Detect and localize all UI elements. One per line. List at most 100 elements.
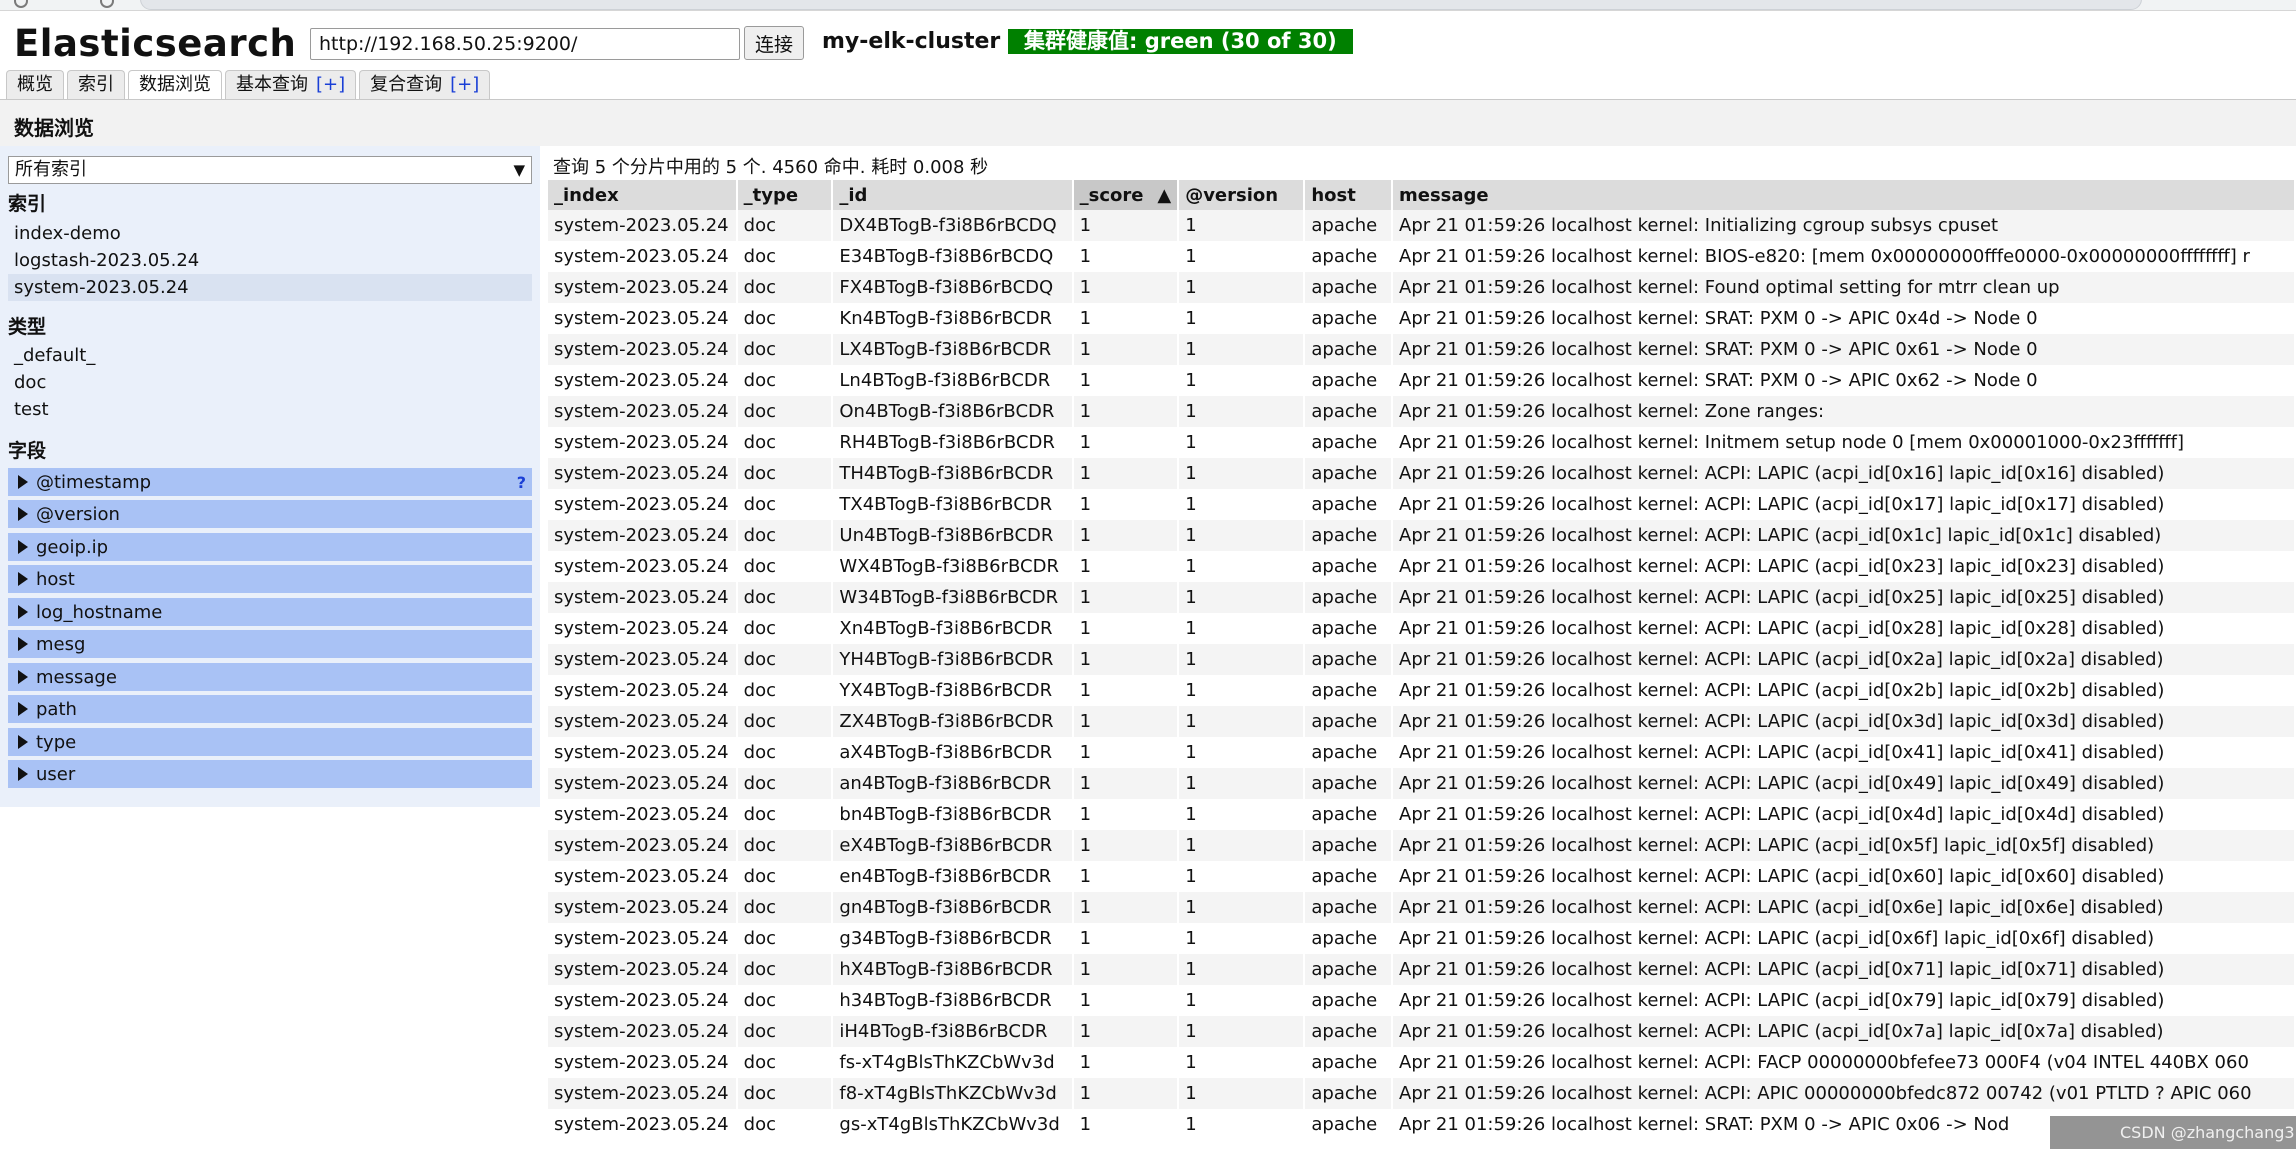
cell-id: FX4BTogB-f3i8B6rBCDQ <box>833 272 1074 303</box>
expand-triangle-icon <box>18 637 28 651</box>
field-item[interactable]: user <box>8 760 532 790</box>
cell-score: 1 <box>1073 644 1180 675</box>
sidebar-index-item-selected[interactable]: system-2023.05.24 <box>8 274 532 301</box>
column-header-score[interactable]: _score ▲ <box>1073 180 1180 210</box>
field-item[interactable]: path <box>8 695 532 725</box>
cell-host: apache <box>1305 923 1393 954</box>
index-select[interactable]: 所有索引 ▼ <box>8 156 532 184</box>
cell-type: doc <box>737 1047 834 1078</box>
table-row[interactable]: system-2023.05.24 doc FX4BTogB-f3i8B6rBCDQ… <box>548 272 2296 303</box>
expand-triangle-icon <box>18 572 28 586</box>
cell-id: hX4BTogB-f3i8B6rBCDR <box>833 954 1074 985</box>
cell-host: apache <box>1305 1109 1393 1140</box>
table-row[interactable]: system-2023.05.24 doc TH4BTogB-f3i8B6rBCDR… <box>548 458 2296 489</box>
field-item[interactable]: geoip.ip <box>8 533 532 563</box>
table-row[interactable]: system-2023.05.24 doc Ln4BTogB-f3i8B6rBCDR… <box>548 365 2296 396</box>
cell-message: Apr 21 01:59:26 localhost kernel: ACPI: … <box>1393 1047 2296 1078</box>
back-icon[interactable] <box>14 0 28 8</box>
sort-ascending-icon: ▲ <box>1157 184 1172 206</box>
address-bar[interactable] <box>140 0 2142 10</box>
table-row[interactable]: system-2023.05.24 doc en4BTogB-f3i8B6rBCDR… <box>548 861 2296 892</box>
table-row[interactable]: system-2023.05.24 doc an4BTogB-f3i8B6rBCDR… <box>548 768 2296 799</box>
cluster-url-input[interactable] <box>310 28 740 60</box>
table-row[interactable]: system-2023.05.24 doc E34BTogB-f3i8B6rBCDQ… <box>548 241 2296 272</box>
table-row[interactable]: system-2023.05.24 doc h34BTogB-f3i8B6rBCDR… <box>548 985 2296 1016</box>
cluster-name: my-elk-cluster <box>822 29 1001 54</box>
cell-index: system-2023.05.24 <box>548 334 738 365</box>
cell-score: 1 <box>1073 582 1180 613</box>
expand-triangle-icon <box>18 670 28 684</box>
tab-browser[interactable]: 数据浏览 <box>128 70 222 100</box>
indices-heading: 索引 <box>8 193 47 215</box>
table-row[interactable]: system-2023.05.24 doc Kn4BTogB-f3i8B6rBCDR… <box>548 303 2296 334</box>
field-item[interactable]: message <box>8 663 532 693</box>
cell-version: 1 <box>1179 1047 1306 1078</box>
cell-score: 1 <box>1073 1109 1180 1140</box>
table-row[interactable]: system-2023.05.24 doc fs-xT4gBlsThKZCbWv3d… <box>548 1047 2296 1078</box>
table-row[interactable]: system-2023.05.24 doc g34BTogB-f3i8B6rBCDR… <box>548 923 2296 954</box>
field-item[interactable]: type <box>8 728 532 758</box>
cell-version: 1 <box>1179 365 1306 396</box>
cell-index: system-2023.05.24 <box>548 582 738 613</box>
table-row[interactable]: system-2023.05.24 doc gs-xT4gBlsThKZCbWv3d… <box>548 1109 2296 1140</box>
field-item[interactable]: @timestamp? <box>8 468 532 498</box>
field-item[interactable]: @version <box>8 500 532 530</box>
table-row[interactable]: system-2023.05.24 doc RH4BTogB-f3i8B6rBCDR… <box>548 427 2296 458</box>
results-panel: _index _type _id _score ▲ @version host m… <box>548 180 2296 1149</box>
table-row[interactable]: system-2023.05.24 doc eX4BTogB-f3i8B6rBCDR… <box>548 830 2296 861</box>
column-header-index[interactable]: _index <box>548 180 738 210</box>
table-row[interactable]: system-2023.05.24 doc bn4BTogB-f3i8B6rBCDR… <box>548 799 2296 830</box>
cell-index: system-2023.05.24 <box>548 396 738 427</box>
table-row[interactable]: system-2023.05.24 doc Xn4BTogB-f3i8B6rBCDR… <box>548 613 2296 644</box>
column-header-message[interactable]: message <box>1393 180 2296 210</box>
table-row[interactable]: system-2023.05.24 doc YH4BTogB-f3i8B6rBCDR… <box>548 644 2296 675</box>
table-row[interactable]: system-2023.05.24 doc ZX4BTogB-f3i8B6rBCDR… <box>548 706 2296 737</box>
column-header-host[interactable]: host <box>1305 180 1393 210</box>
table-row[interactable]: system-2023.05.24 doc LX4BTogB-f3i8B6rBCDR… <box>548 334 2296 365</box>
cell-index: system-2023.05.24 <box>548 768 738 799</box>
table-row[interactable]: system-2023.05.24 doc f8-xT4gBlsThKZCbWv3d… <box>548 1078 2296 1109</box>
cell-score: 1 <box>1073 954 1180 985</box>
cell-score: 1 <box>1073 210 1180 241</box>
add-compound-query-link[interactable]: [+] <box>450 74 479 95</box>
cell-host: apache <box>1305 737 1393 768</box>
column-header-version[interactable]: @version <box>1179 180 1306 210</box>
cell-type: doc <box>737 582 834 613</box>
field-item[interactable]: mesg <box>8 630 532 660</box>
cell-score: 1 <box>1073 241 1180 272</box>
cell-index: system-2023.05.24 <box>548 799 738 830</box>
table-row[interactable]: system-2023.05.24 doc Un4BTogB-f3i8B6rBCDR… <box>548 520 2296 551</box>
sidebar-type-item[interactable]: test <box>8 396 532 423</box>
field-item[interactable]: log_hostname <box>8 598 532 628</box>
reload-icon[interactable] <box>100 0 114 8</box>
table-row[interactable]: system-2023.05.24 doc gn4BTogB-f3i8B6rBCDR… <box>548 892 2296 923</box>
sidebar-type-item[interactable]: _default_ <box>8 342 532 369</box>
tab-indices[interactable]: 索引 <box>67 70 125 99</box>
sidebar-type-item[interactable]: doc <box>8 369 532 396</box>
table-row[interactable]: system-2023.05.24 doc aX4BTogB-f3i8B6rBCDR… <box>548 737 2296 768</box>
table-row[interactable]: system-2023.05.24 doc iH4BTogB-f3i8B6rBCDR… <box>548 1016 2296 1047</box>
table-row[interactable]: system-2023.05.24 doc W34BTogB-f3i8B6rBCDR… <box>548 582 2296 613</box>
cell-version: 1 <box>1179 892 1306 923</box>
column-header-id[interactable]: _id <box>833 180 1074 210</box>
table-row[interactable]: system-2023.05.24 doc YX4BTogB-f3i8B6rBCDR… <box>548 675 2296 706</box>
table-row[interactable]: system-2023.05.24 doc TX4BTogB-f3i8B6rBCDR… <box>548 489 2296 520</box>
tab-overview[interactable]: 概览 <box>6 70 64 99</box>
cell-index: system-2023.05.24 <box>548 675 738 706</box>
table-row[interactable]: system-2023.05.24 doc On4BTogB-f3i8B6rBCDR… <box>548 396 2296 427</box>
column-header-type[interactable]: _type <box>737 180 834 210</box>
sidebar-index-item[interactable]: index-demo <box>8 220 532 247</box>
tab-compound-query[interactable]: 复合查询 [+] <box>359 70 491 99</box>
sidebar-index-item[interactable]: logstash-2023.05.24 <box>8 247 532 274</box>
table-row[interactable]: system-2023.05.24 doc DX4BTogB-f3i8B6rBCDQ… <box>548 210 2296 241</box>
cell-type: doc <box>737 241 834 272</box>
tab-basic-query[interactable]: 基本查询 [+] <box>225 70 357 99</box>
field-item[interactable]: host <box>8 565 532 595</box>
connect-button[interactable]: 连接 <box>744 26 805 60</box>
table-row[interactable]: system-2023.05.24 doc hX4BTogB-f3i8B6rBCDR… <box>548 954 2296 985</box>
cell-type: doc <box>737 489 834 520</box>
table-row[interactable]: system-2023.05.24 doc WX4BTogB-f3i8B6rBCDR… <box>548 551 2296 582</box>
cell-id: ZX4BTogB-f3i8B6rBCDR <box>833 706 1074 737</box>
help-icon[interactable]: ? <box>517 468 526 498</box>
add-basic-query-link[interactable]: [+] <box>316 74 345 95</box>
